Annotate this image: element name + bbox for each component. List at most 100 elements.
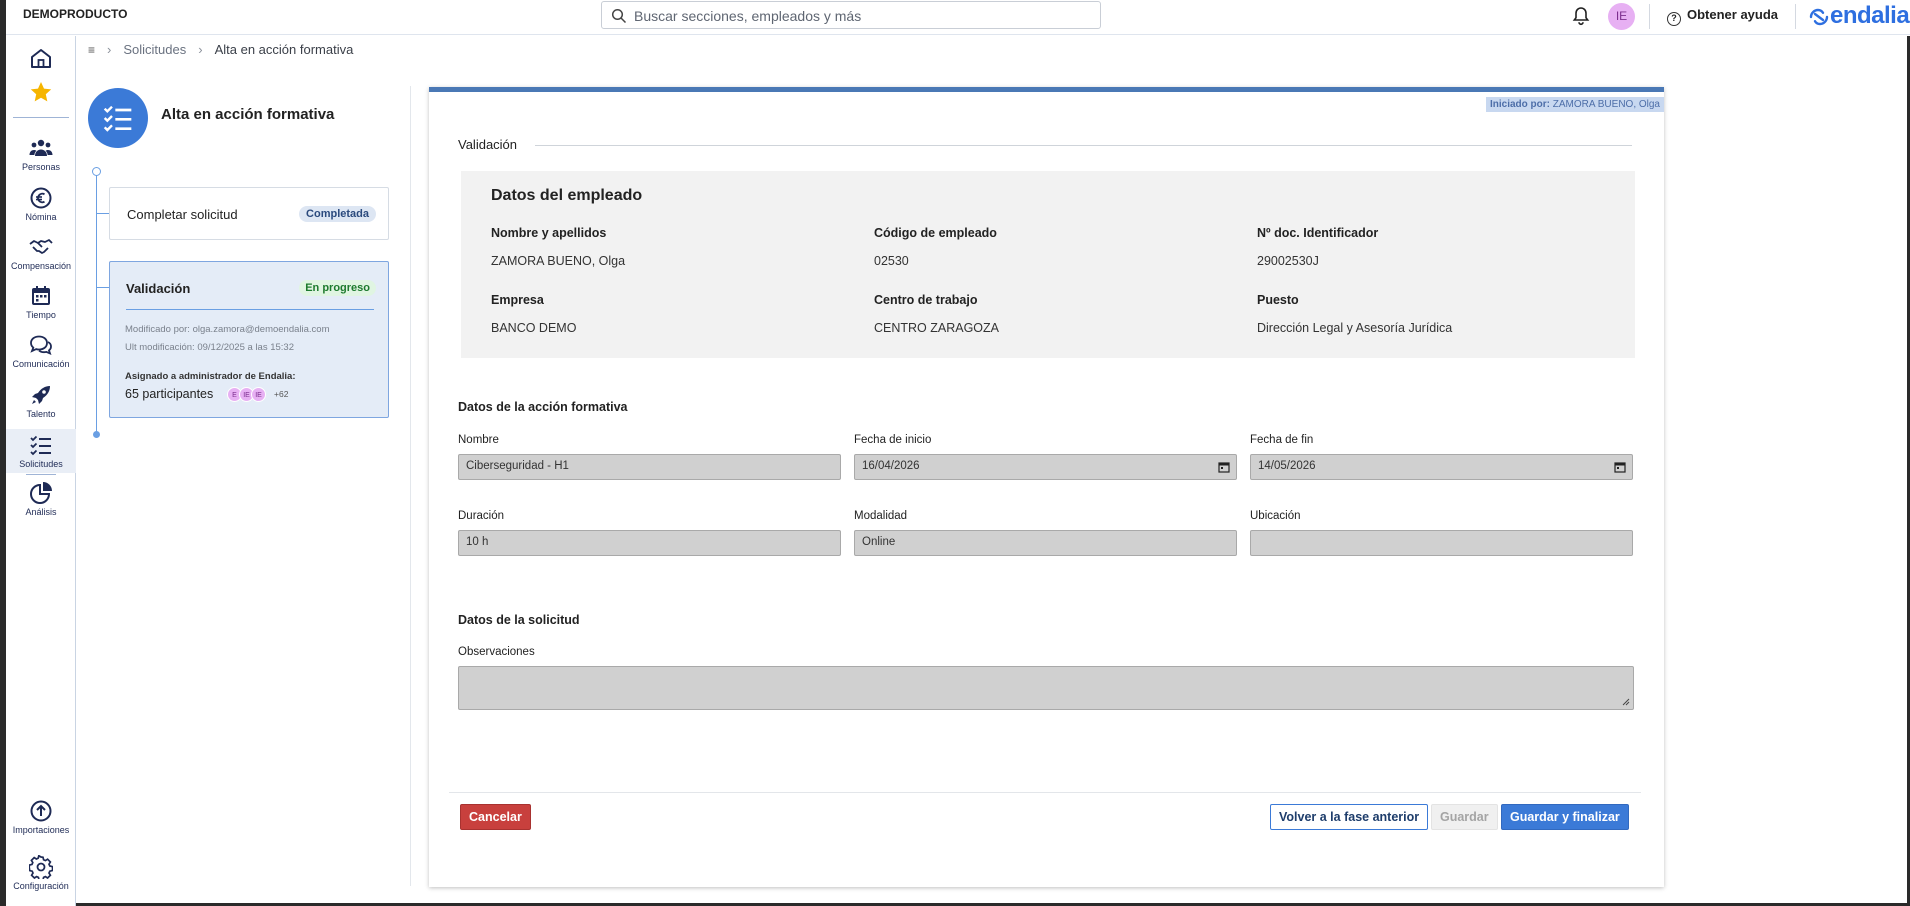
chat-icon [30,335,52,355]
field-label: Empresa [491,293,544,307]
sidebar-item-analisis[interactable]: Análisis [6,481,76,521]
timeline-connector [97,287,109,288]
sidebar-item-comunicacion[interactable]: Comunicación [6,333,76,373]
field-label: Observaciones [458,646,535,658]
company-name: DEMOPRODUCTO [23,7,128,21]
request-section-title: Datos de la solicitud [458,613,580,627]
star-icon [30,82,52,102]
handshake-icon [29,239,53,254]
footer-divider [449,792,1641,793]
employee-field-name: Nombre y apellidos ZAMORA BUENO, Olga [491,226,625,268]
search-box[interactable] [601,1,1101,29]
pie-chart-icon [30,482,52,504]
training-section-title: Datos de la acción formativa [458,400,628,414]
rocket-icon [32,386,50,404]
sidebar-item-configuracion[interactable]: Configuración [6,855,76,895]
help-link[interactable]: ? Obtener ayuda [1667,7,1778,26]
home-icon [31,49,51,68]
sidebar: Personas Nómina Compensación Tiempo Comu… [6,36,76,906]
sidebar-item-home[interactable] [6,46,76,72]
sidebar-item-talento[interactable]: Talento [6,383,76,423]
field-label: Código de empleado [874,226,997,240]
assigned-label: Asignado a administrador de Endalia: [125,371,296,382]
sidebar-item-label: Análisis [25,507,57,517]
field-value: 29002530J [1257,254,1319,268]
checklist-icon [30,435,51,456]
resize-grip-icon[interactable] [1622,698,1630,706]
save-and-finish-button[interactable]: Guardar y finalizar [1501,804,1629,830]
divider [1649,4,1650,29]
endalia-logo-icon [1809,8,1829,26]
section-rule [535,145,1632,146]
cancel-button[interactable]: Cancelar [460,804,531,830]
more-participants[interactable]: +62 [274,389,288,399]
field-label: Nº doc. Identificador [1257,226,1379,240]
sidebar-item-label: Solicitudes [19,459,63,469]
field-value: ZAMORA BUENO, Olga [491,254,626,268]
step-divider [126,309,374,310]
step-title: Validación [126,281,191,296]
observations-textarea[interactable] [458,666,1634,710]
field-value: Online [862,536,896,548]
section-title: Validación [458,137,518,152]
start-date-field[interactable]: 16/04/2026 [854,454,1237,480]
process-title: Alta en acción formativa [161,106,335,123]
modality-field[interactable]: Online [854,530,1237,556]
status-badge: En progreso [299,280,376,296]
sidebar-item-label: Configuración [13,881,69,891]
duration-field[interactable]: 10 h [458,530,841,556]
initiated-label: Iniciado por: [1489,99,1550,110]
sidebar-item-personas[interactable]: Personas [6,136,76,176]
field-value: 02530 [874,254,909,268]
save-button[interactable]: Guardar [1431,804,1498,830]
end-date-field[interactable]: 14/05/2026 [1250,454,1633,480]
timeline-end-dot [93,431,100,438]
sidebar-item-tiempo[interactable]: Tiempo [6,284,76,324]
sidebar-item-favorites[interactable] [6,80,76,106]
list-icon[interactable]: ≡ [88,43,95,57]
sidebar-item-label: Nómina [25,212,57,222]
location-field[interactable] [1250,530,1633,556]
search-input[interactable] [634,5,1094,27]
initiated-by-tag: Iniciado por: ZAMORA BUENO, Olga [1485,97,1664,112]
field-value: Ciberseguridad - H1 [466,460,569,472]
timeline-line [96,172,97,434]
breadcrumb-solicitudes[interactable]: Solicitudes [123,42,186,57]
help-icon: ? [1667,12,1681,26]
field-value: 14/05/2026 [1258,460,1316,472]
employee-data-panel: Datos del empleado Nombre y apellidos ZAM… [461,171,1635,358]
process-checklist-icon [88,88,148,148]
field-value: Dirección Legal y Asesoría Jurídica [1257,321,1453,335]
initiated-name: ZAMORA BUENO, Olga [1552,99,1660,110]
field-label: Centro de trabajo [874,293,978,307]
user-avatar[interactable]: IE [1608,3,1635,30]
training-name-field[interactable]: Ciberseguridad - H1 [458,454,841,480]
validation-card: Iniciado por: ZAMORA BUENO, Olga Validac… [429,87,1664,887]
sidebar-item-label: Personas [21,162,61,172]
calendar-icon[interactable] [1614,461,1626,473]
calendar-icon[interactable] [1218,461,1230,473]
gear-icon [29,855,53,879]
field-label: Fecha de fin [1250,434,1314,446]
breadcrumb: ≡ › Solicitudes › Alta en acción formativa [88,42,354,57]
bell-icon[interactable] [1572,6,1590,26]
sidebar-item-compensacion[interactable]: Compensación [6,235,76,275]
step-validacion[interactable]: Validación En progreso Modificado por: o… [109,261,389,418]
field-label: Fecha de inicio [854,434,932,446]
sidebar-item-label: Tiempo [26,310,56,320]
sidebar-item-solicitudes[interactable]: Solicitudes [6,429,76,473]
timeline-connector [97,213,109,214]
employee-field-workplace: Centro de trabajo CENTRO ZARAGOZA [874,293,999,335]
step-completar-solicitud[interactable]: Completar solicitud Completada [109,187,389,240]
sidebar-item-nomina[interactable]: Nómina [6,186,76,226]
sidebar-item-importaciones[interactable]: Importaciones [6,799,76,839]
field-value: 10 h [466,536,489,548]
sidebar-item-label: Talento [26,409,56,419]
sidebar-item-label: Importaciones [12,825,70,835]
search-icon [611,8,627,24]
previous-phase-button[interactable]: Volver a la fase anterior [1270,804,1429,830]
field-value: 16/04/2026 [862,460,920,472]
employee-field-code: Código de empleado 02530 [874,226,997,268]
sidebar-divider [13,117,69,118]
people-icon [29,139,53,156]
